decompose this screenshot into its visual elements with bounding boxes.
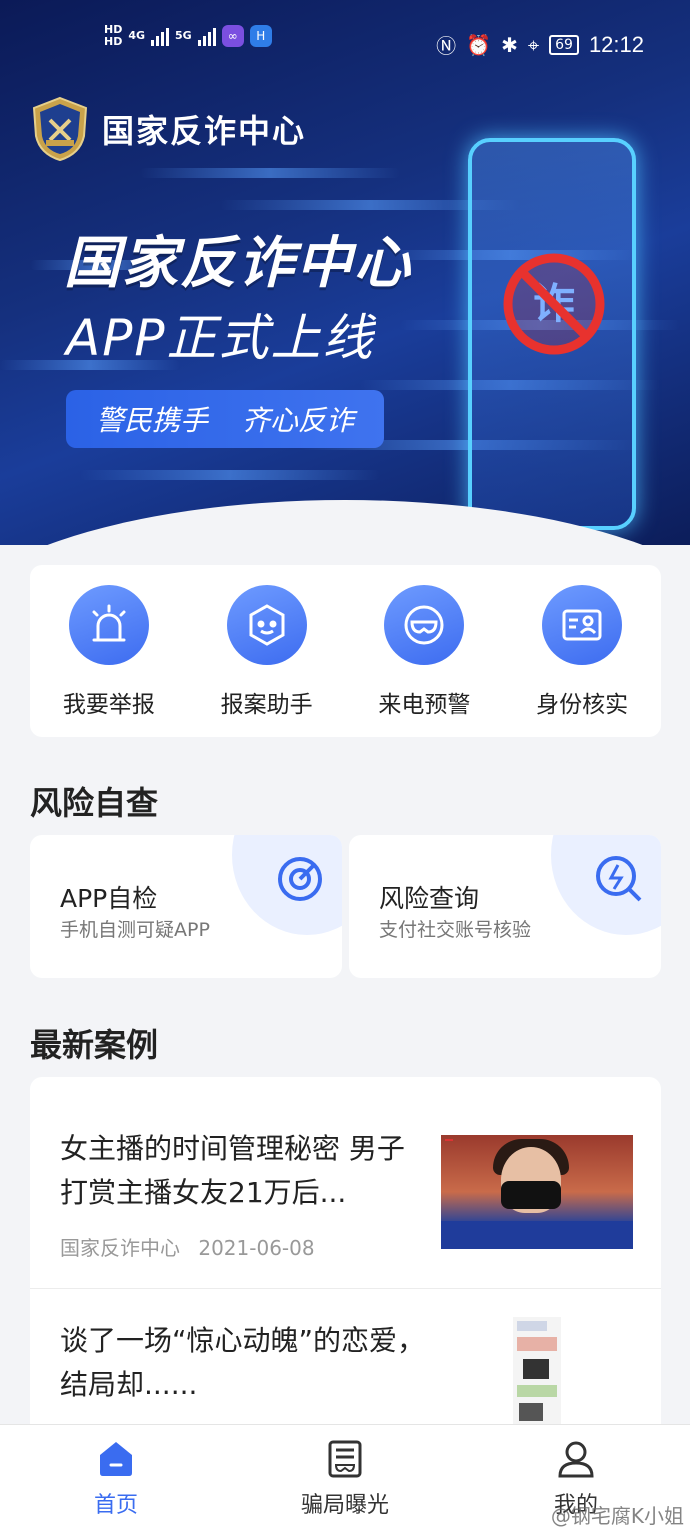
quick-actions: 我要举报 报案助手 来电预警 身份核实 (30, 565, 661, 737)
no-scam-icon: 诈 (503, 253, 605, 355)
hd-indicator: HD HD (104, 23, 123, 48)
alarm-icon: ⏰ (466, 32, 492, 57)
case-title: 女主播的时间管理秘密 男子打赏主播女友21万后... (60, 1132, 405, 1209)
bluetooth-icon: ✱ (501, 32, 518, 57)
risk-section-title: 风险自查 (30, 784, 159, 822)
slogan-2: 齐心反诈 (242, 404, 355, 437)
action-report[interactable]: 我要举报 (30, 565, 188, 737)
home-icon (100, 1442, 132, 1476)
user-icon (558, 1441, 594, 1478)
action-label: 来电预警 (378, 692, 471, 718)
action-label: 身份核实 (536, 692, 629, 718)
id-card-icon (542, 585, 623, 665)
case-date: 2021-06-08 (198, 1236, 315, 1260)
risk-card-account-query[interactable]: 风险查询 支付社交账号核验 (349, 835, 661, 978)
signal-icon (197, 26, 216, 46)
tab-home[interactable]: 首页 (36, 1439, 196, 1519)
banner[interactable]: HD HD 4G 5G ∞ H Ⓝ ⏰ ✱ ⌖ 69 12:12 国家反诈中心 … (0, 0, 690, 545)
phone-illustration: 诈 (468, 138, 636, 530)
hero-title: 国家反诈中心 (64, 231, 412, 296)
cases-section-title: 最新案例 (30, 1026, 159, 1064)
battery-icon: 69 (549, 34, 579, 55)
action-case-assistant[interactable]: 报案助手 (188, 565, 346, 737)
case-thumbnail (513, 1317, 561, 1427)
status-bar: HD HD 4G 5G ∞ H Ⓝ ⏰ ✱ ⌖ 69 12:12 (0, 22, 690, 66)
cases-list: 女主播的时间管理秘密 男子打赏主播女友21万后... 国家反诈中心 2021-0… (30, 1077, 661, 1437)
case-title: 谈了一场“惊心动魄”的恋爱，结局却...... (60, 1324, 426, 1401)
action-label: 报案助手 (220, 692, 313, 718)
location-icon: ⌖ (527, 32, 540, 57)
police-badge-icon (32, 96, 88, 162)
risk-card-title: 风险查询 (379, 884, 480, 913)
risk-card-subtitle: 支付社交账号核验 (379, 919, 532, 941)
robot-face-icon (226, 585, 307, 665)
h-app-icon: H (249, 25, 272, 47)
watermark: @钢宅腐K小姐 (550, 1504, 684, 1528)
action-identity-check[interactable]: 身份核实 (503, 565, 661, 737)
network-5g: 5G (175, 29, 192, 42)
lightning-search-icon (596, 856, 642, 902)
signal-icon (151, 26, 170, 46)
risk-card-title: APP自检 (60, 884, 158, 913)
nfc-icon: Ⓝ (436, 34, 457, 58)
risk-card-app-check[interactable]: APP自检 手机自测可疑APP (30, 835, 342, 978)
app-brand: 国家反诈中心 (30, 96, 306, 162)
mask-icon (384, 585, 465, 665)
case-source: 国家反诈中心 (60, 1236, 180, 1260)
slogan-pill: 警民携手 齐心反诈 (66, 390, 384, 448)
case-meta: 国家反诈中心 2021-06-08 (60, 1232, 315, 1261)
action-label: 我要举报 (62, 692, 155, 718)
target-scan-icon (278, 857, 322, 901)
link-app-icon: ∞ (221, 25, 244, 47)
tab-label: 首页 (93, 1493, 138, 1518)
clock: 12:12 (588, 31, 644, 57)
alarm-light-icon (68, 585, 149, 665)
action-call-warning[interactable]: 来电预警 (346, 565, 504, 737)
exposure-icon (328, 1440, 362, 1478)
brand-name: 国家反诈中心 (102, 112, 307, 150)
hero-subtitle: APP正式上线 (66, 309, 375, 367)
risk-card-subtitle: 手机自测可疑APP (60, 919, 210, 941)
slogan-1: 警民携手 (95, 404, 208, 437)
network-4g: 4G (128, 29, 146, 42)
tab-scam-exposure[interactable]: 骗局曝光 (265, 1439, 425, 1519)
case-thumbnail (441, 1135, 633, 1249)
tab-label: 骗局曝光 (300, 1493, 389, 1518)
